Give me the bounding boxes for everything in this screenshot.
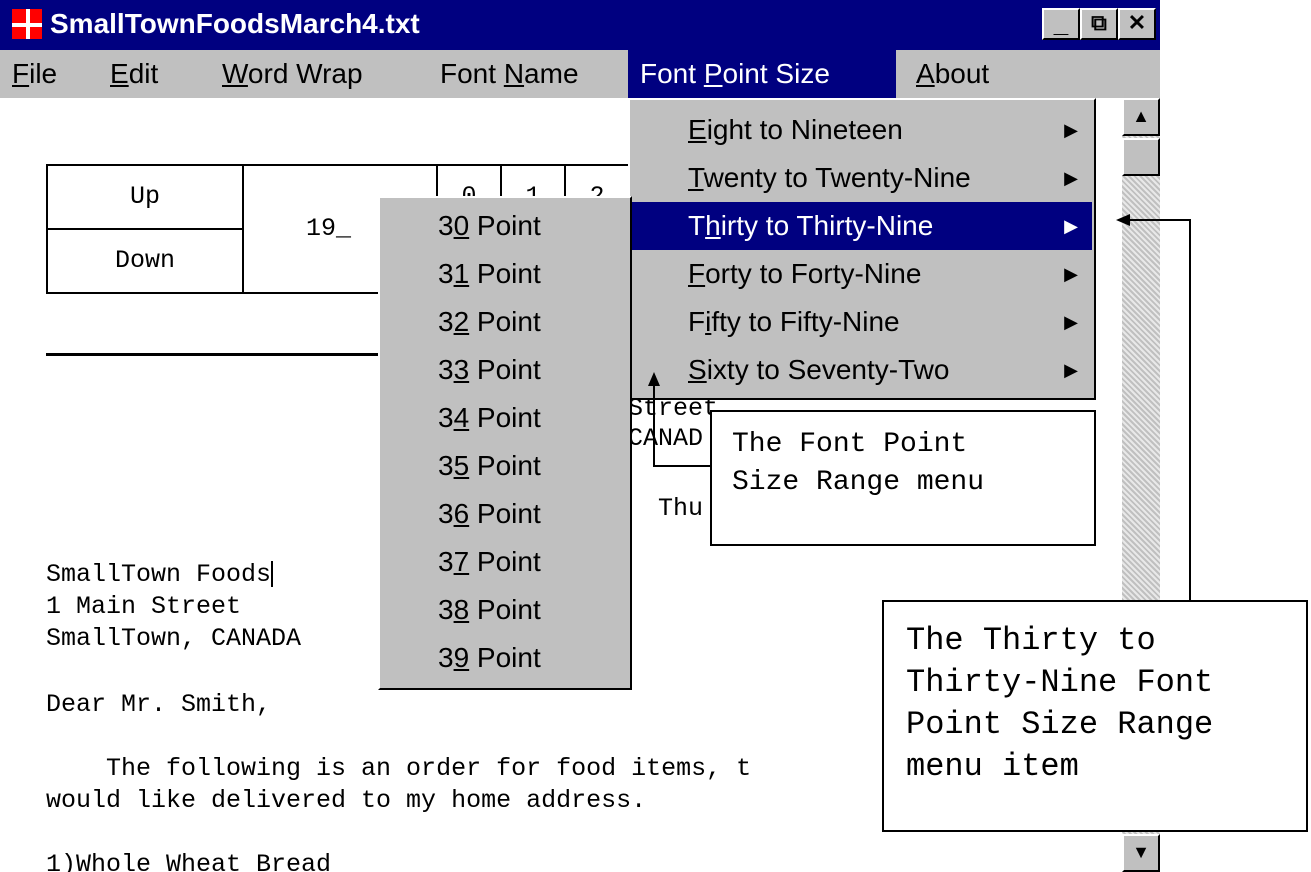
arrow-line bbox=[653, 382, 710, 467]
annotation-arrows bbox=[648, 214, 1191, 600]
arrow-line bbox=[1128, 219, 1191, 600]
arrow-head bbox=[1116, 214, 1130, 226]
arrow-head bbox=[648, 372, 660, 386]
